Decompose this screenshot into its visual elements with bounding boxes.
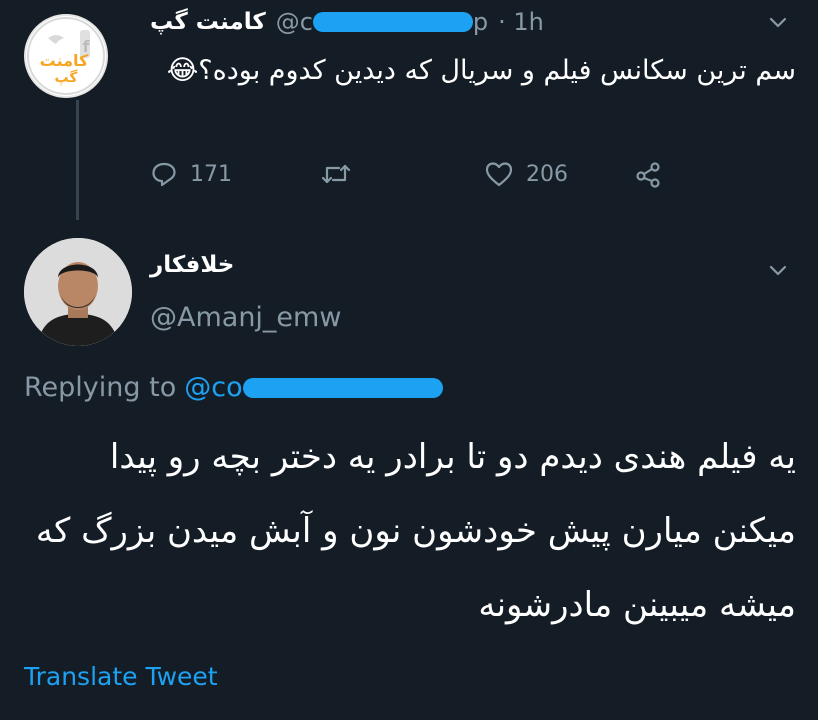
handle-prefix: @c bbox=[275, 8, 313, 36]
tweet-actions: 171 206 bbox=[150, 152, 710, 196]
tweet-header: کامنت گپ @c p · 1h bbox=[150, 4, 620, 40]
svg-text:کامنت: کامنت bbox=[40, 51, 89, 70]
reply-count: 171 bbox=[190, 161, 232, 187]
logo-icon: f کامنت گپ bbox=[27, 17, 105, 95]
display-name[interactable]: کامنت گپ bbox=[150, 9, 266, 35]
timestamp[interactable]: · 1h bbox=[498, 8, 544, 36]
handle[interactable]: @Amanj_emw bbox=[150, 302, 341, 333]
replying-mention[interactable]: @co bbox=[184, 372, 443, 403]
thread-line bbox=[76, 100, 79, 220]
display-name[interactable]: خلافکار bbox=[150, 252, 234, 278]
retweet-icon bbox=[321, 164, 351, 184]
retweet-action[interactable] bbox=[320, 160, 484, 188]
handle-suffix: p bbox=[472, 8, 489, 36]
reply-icon bbox=[152, 162, 176, 187]
tweet-text: یه فیلم هندی دیدم دو تا برادر یه دختر بچ… bbox=[35, 437, 796, 625]
handle[interactable]: @c p bbox=[276, 8, 488, 36]
share-icon bbox=[636, 162, 660, 188]
profile-photo bbox=[24, 238, 132, 346]
avatar[interactable]: f کامنت گپ bbox=[24, 14, 108, 98]
reply-action[interactable]: 171 bbox=[150, 160, 320, 188]
like-count: 206 bbox=[526, 161, 568, 187]
replying-to: Replying to @co bbox=[24, 372, 443, 403]
translate-tweet-link[interactable]: Translate Tweet bbox=[24, 662, 218, 691]
heart-icon bbox=[485, 162, 513, 187]
svg-text:گپ: گپ bbox=[55, 69, 79, 86]
avatar[interactable] bbox=[24, 238, 132, 346]
mention-prefix: @co bbox=[184, 372, 243, 403]
like-action[interactable]: 206 bbox=[484, 160, 634, 188]
chevron-down-icon[interactable] bbox=[768, 260, 788, 280]
redaction-scribble bbox=[242, 377, 443, 398]
replying-label: Replying to bbox=[24, 372, 177, 403]
tweet-text: سم ترین سکانس فیلم و سریال که دیدین کدوم… bbox=[166, 55, 796, 86]
chevron-down-icon[interactable] bbox=[768, 12, 788, 32]
share-action[interactable] bbox=[634, 160, 664, 188]
redaction-scribble bbox=[312, 12, 473, 32]
